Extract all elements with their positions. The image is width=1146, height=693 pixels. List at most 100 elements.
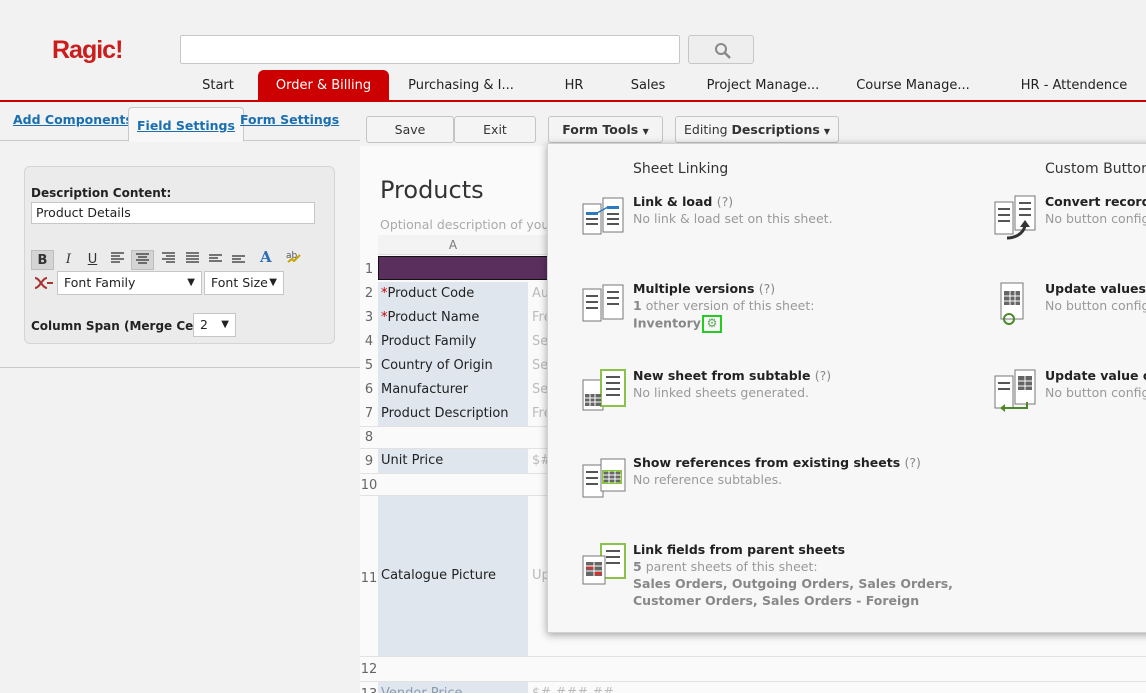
row-number: 10 <box>360 478 378 493</box>
description-content-input[interactable]: Product Details <box>31 202 315 224</box>
sheet-title[interactable]: Products <box>380 176 484 204</box>
tab-hr[interactable]: HR <box>546 70 602 101</box>
tab-form-settings[interactable]: Form Settings <box>240 112 339 127</box>
item-title: Multiple versions (?) <box>633 281 775 296</box>
update-values-icon <box>1000 282 1024 325</box>
tab-purchasing[interactable]: Purchasing & I... <box>396 70 526 101</box>
row-number: 8 <box>364 430 374 445</box>
show-references-item[interactable]: Show references from existing sheets (?)… <box>581 455 961 505</box>
tab-start[interactable]: Start <box>180 70 256 101</box>
exit-button[interactable]: Exit <box>454 116 536 143</box>
designer-toolbar: Save Exit Form Tools ▼ Editing Descripti… <box>360 102 1146 146</box>
field-label-manufacturer[interactable]: Manufacturer <box>378 378 528 402</box>
column-header-a[interactable]: A <box>378 235 528 255</box>
link-and-load-item[interactable]: Link & load (?) No link & load set on th… <box>581 194 961 244</box>
field-label-product-code[interactable]: *Product Code <box>378 282 528 306</box>
spellcheck-icon: ab <box>286 251 301 263</box>
field-hint[interactable]: Fre <box>528 306 548 330</box>
tab-field-settings[interactable]: Field Settings <box>128 107 244 142</box>
panel-divider <box>0 367 360 368</box>
tab-sales[interactable]: Sales <box>620 70 676 101</box>
item-status: No reference subtables. <box>633 472 783 487</box>
parent-sheets-line-2: Customer Orders, Sales Orders - Foreign <box>633 593 919 608</box>
tab-hr-attendence[interactable]: HR - Attendence <box>1006 70 1142 101</box>
title-row-cell[interactable] <box>378 256 548 280</box>
field-hint[interactable]: $# <box>528 449 548 473</box>
multiple-versions-item[interactable]: Multiple versions (?) 1 other version of… <box>581 281 961 333</box>
help-icon[interactable]: (?) <box>759 281 775 296</box>
app-header: Ragic! Start Order & Billing Purchasing … <box>0 0 1146 101</box>
app-logo[interactable]: Ragic! <box>52 36 123 65</box>
update-values-item[interactable]: Update values No button configu <box>993 281 1146 331</box>
item-status: 1 other version of this sheet: <box>633 298 814 313</box>
form-tools-button[interactable]: Form Tools ▼ <box>548 116 663 143</box>
tab-add-components[interactable]: Add Components <box>13 112 133 127</box>
sheet-description[interactable]: Optional description of your <box>380 217 554 232</box>
tab-course-manage[interactable]: Course Manage... <box>853 70 973 101</box>
align-left-button[interactable] <box>106 250 129 270</box>
row-number: 6 <box>364 382 374 397</box>
item-status: No button configu <box>1045 385 1146 400</box>
field-label-country-of-origin[interactable]: Country of Origin <box>378 354 528 378</box>
field-label-product-name[interactable]: *Product Name <box>378 306 528 330</box>
search-input[interactable] <box>180 35 680 64</box>
field-label-vendor-price[interactable]: Vendor Price <box>378 682 528 693</box>
field-hint[interactable]: Se <box>528 354 548 378</box>
field-hint[interactable]: Au <box>528 282 548 306</box>
field-hint[interactable]: $# ### ## <box>528 682 618 693</box>
form-tools-menu: Sheet Linking Custom Buttons Link & load… <box>547 143 1146 633</box>
field-hint[interactable]: Se <box>528 330 548 354</box>
gear-icon[interactable]: ⚙ <box>701 315 722 333</box>
inventory-version-link[interactable]: Inventory <box>633 316 701 331</box>
convert-records-item[interactable]: Convert records No button configu <box>993 194 1146 244</box>
help-icon[interactable]: (?) <box>815 368 831 383</box>
underline-button[interactable]: U <box>81 250 104 270</box>
parent-sheet-links[interactable]: Sales Orders, Outgoing Orders, Sales Ord… <box>633 576 953 591</box>
row-number: 1 <box>364 262 374 277</box>
spellcheck-button[interactable]: ab <box>282 249 305 269</box>
update-value-on-icon <box>994 369 1036 412</box>
link-load-icon <box>582 197 624 235</box>
save-button[interactable]: Save <box>366 116 454 143</box>
help-icon[interactable]: (?) <box>905 455 921 470</box>
column-header-b[interactable] <box>528 235 548 255</box>
italic-button[interactable]: I <box>57 250 80 270</box>
tab-order-billing[interactable]: Order & Billing <box>258 70 389 101</box>
field-label-product-description[interactable]: Product Description <box>378 402 528 426</box>
bold-button[interactable]: B <box>31 250 54 270</box>
font-family-select[interactable]: Font Family ▼ <box>57 271 202 295</box>
column-span-label: Column Span (Merge Cells): <box>31 319 219 333</box>
item-title: Link fields from parent sheets <box>633 542 846 557</box>
column-span-select[interactable]: 2 ▼ <box>193 313 236 337</box>
tab-project-manage[interactable]: Project Manage... <box>704 70 822 101</box>
field-hint[interactable]: Fre <box>528 402 548 426</box>
link-fields-parent-item[interactable]: Link fields from parent sheets 5 parent … <box>581 542 961 612</box>
new-sheet-from-subtable-item[interactable]: New sheet from subtable (?) No linked sh… <box>581 368 961 418</box>
update-value-on-item[interactable]: Update value on No button configu <box>993 368 1146 418</box>
outdent-button[interactable] <box>227 250 250 270</box>
align-right-icon <box>162 252 175 263</box>
help-icon[interactable]: (?) <box>717 194 733 209</box>
field-label-unit-price[interactable]: Unit Price <box>378 449 528 473</box>
parent-sheet-links[interactable]: Customer Orders, Sales Orders - Foreign <box>633 593 919 608</box>
indent-button[interactable] <box>204 250 227 270</box>
field-label-product-family[interactable]: Product Family <box>378 330 528 354</box>
font-color-button[interactable]: A <box>254 248 277 268</box>
search-button[interactable] <box>688 35 754 64</box>
row-number: 12 <box>360 662 378 677</box>
align-right-button[interactable] <box>157 250 180 270</box>
indent-icon <box>209 254 222 262</box>
align-center-button[interactable] <box>131 250 154 270</box>
font-family-value: Font Family <box>64 275 136 290</box>
editing-mode-button[interactable]: Editing Descriptions ▼ <box>675 116 839 143</box>
font-size-select[interactable]: Font Size ▼ <box>204 271 284 295</box>
clear-format-button[interactable] <box>34 276 54 294</box>
item-title-text: Link & load <box>633 194 713 209</box>
field-hint[interactable]: Se <box>528 378 548 402</box>
field-label-text: Product Code <box>387 286 475 301</box>
field-label-catalogue-picture[interactable]: Catalogue Picture <box>378 496 528 656</box>
field-hint[interactable]: Up <box>528 496 548 656</box>
svg-text:A: A <box>259 248 272 264</box>
align-justify-button[interactable] <box>181 250 204 270</box>
multiple-versions-icon <box>582 284 624 322</box>
